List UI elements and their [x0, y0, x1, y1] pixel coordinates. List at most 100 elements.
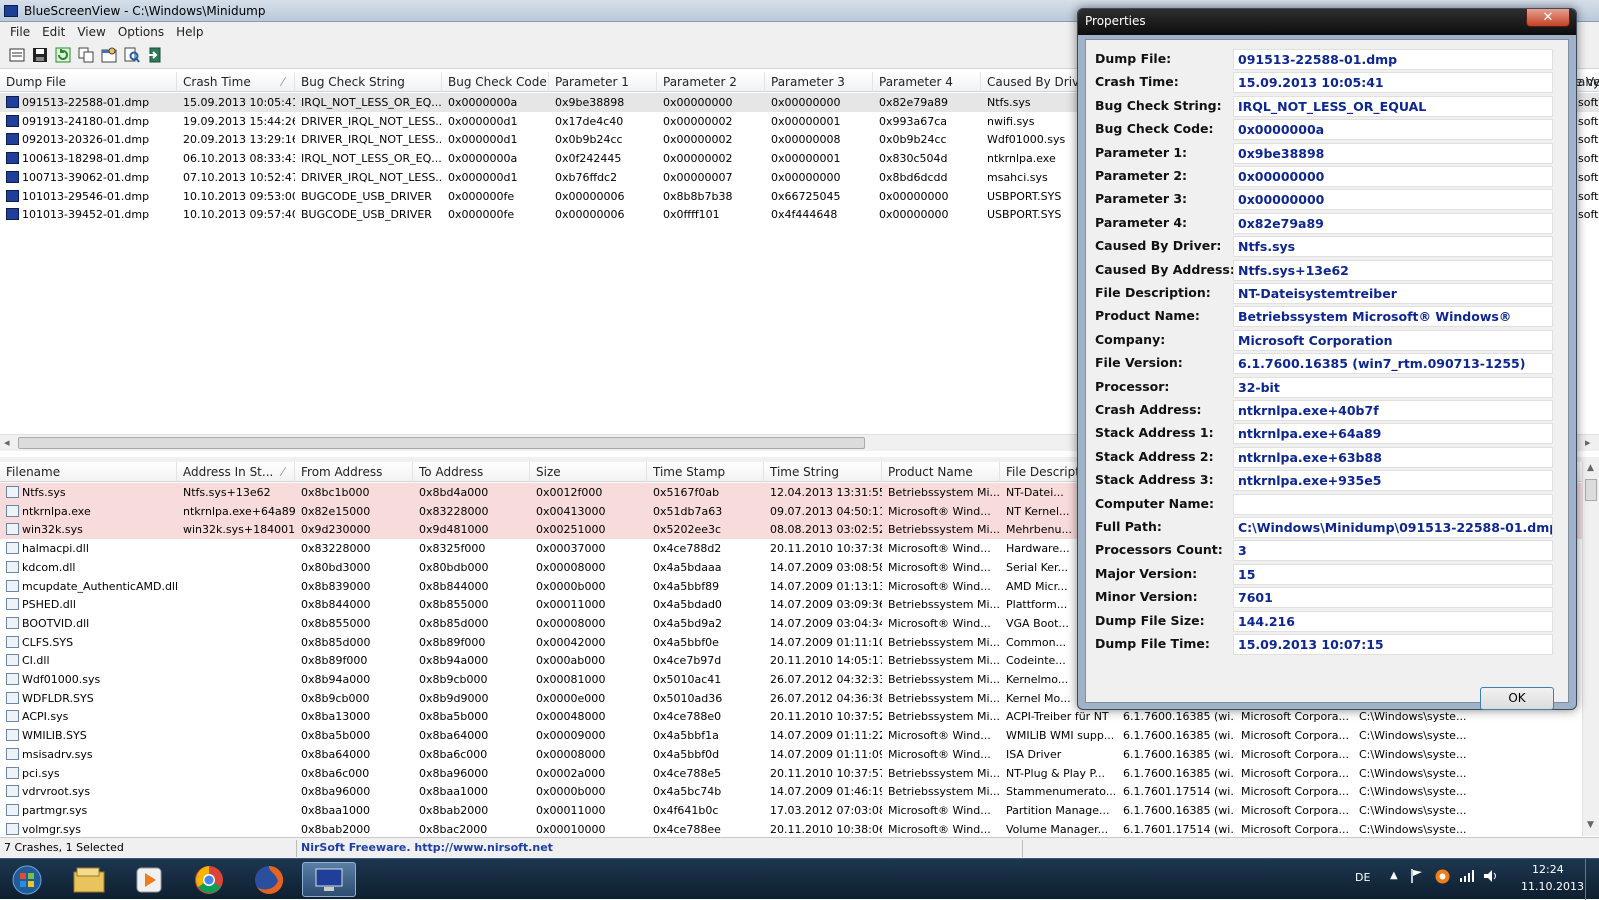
property-label: File Version: — [1095, 355, 1183, 371]
ok-button[interactable]: OK — [1480, 687, 1554, 710]
show-desktop-button[interactable] — [1585, 859, 1599, 900]
crash-list-scroll-thumb[interactable] — [18, 437, 865, 449]
column-header[interactable]: Time String — [764, 462, 882, 482]
property-value[interactable] — [1233, 493, 1553, 515]
column-header[interactable]: Crash Time ⁄ — [177, 72, 295, 92]
find-icon[interactable] — [123, 46, 141, 64]
close-icon[interactable]: ✕ — [1526, 9, 1570, 27]
property-value[interactable]: Ntfs.sys — [1233, 236, 1553, 258]
table-row[interactable]: pci.sys 0x8ba6c000 0x8ba96000 0x0002a000 0x4… — [0, 764, 1599, 783]
flag-icon[interactable] — [1410, 868, 1424, 887]
table-cell — [177, 577, 295, 596]
property-value[interactable]: 15.09.2013 10:07:15 — [1233, 634, 1553, 655]
save-list-icon[interactable] — [8, 46, 26, 64]
show-hidden-icon[interactable]: ▲ — [1390, 870, 1398, 881]
exit-icon[interactable] — [146, 46, 164, 64]
column-header[interactable]: Time Stamp — [647, 462, 764, 482]
property-value[interactable]: Ntfs.sys+13e62 — [1233, 259, 1553, 281]
column-header[interactable]: Parameter 2 — [657, 72, 765, 92]
property-value[interactable]: 091513-22588-01.dmp — [1233, 49, 1553, 70]
property-value[interactable]: ntkrnlpa.exe+64a89 — [1233, 423, 1553, 445]
column-header[interactable]: Filename — [0, 462, 177, 482]
property-value[interactable]: 15 — [1233, 563, 1553, 585]
property-value[interactable]: 0x82e79a89 — [1233, 212, 1553, 234]
property-value[interactable]: IRQL_NOT_LESS_OR_EQUAL — [1233, 95, 1553, 117]
property-value[interactable]: 0x00000000 — [1233, 166, 1553, 187]
property-value[interactable]: Microsoft Corporation — [1233, 329, 1553, 351]
property-value[interactable]: 0x00000000 — [1233, 189, 1553, 211]
column-header[interactable]: Parameter 3 — [765, 72, 873, 92]
menu-edit[interactable]: Edit — [36, 25, 71, 39]
scroll-up-arrow-icon[interactable]: ▲ — [1587, 463, 1594, 473]
volume-icon[interactable] — [1483, 869, 1499, 886]
clock-time[interactable]: 12:24 — [1532, 863, 1564, 876]
column-header[interactable]: Parameter 1 — [549, 72, 657, 92]
property-value[interactable]: 7601 — [1233, 587, 1553, 609]
scroll-down-arrow-icon[interactable]: ▼ — [1587, 820, 1594, 830]
menu-view[interactable]: View — [71, 25, 111, 39]
table-cell: ACPI-Treiber für NT — [1006, 710, 1109, 724]
column-header[interactable]: Address In St... ⁄ — [177, 462, 295, 482]
table-cell: CI.dll — [22, 654, 50, 668]
column-header[interactable]: From Address — [295, 462, 413, 482]
column-header[interactable]: Size — [530, 462, 647, 482]
table-cell: 0x83228000 — [301, 542, 371, 556]
property-value[interactable]: ntkrnlpa.exe+40b7f — [1233, 400, 1553, 421]
property-value[interactable]: ntkrnlpa.exe+935e5 — [1233, 470, 1553, 492]
menu-help[interactable]: Help — [170, 25, 209, 39]
column-header[interactable]: Parameter 4 — [873, 72, 981, 92]
property-value[interactable]: 3 — [1233, 540, 1553, 562]
property-row: Computer Name: — [1086, 493, 1570, 517]
nirsoft-link[interactable]: NirSoft Freeware. http://www.nirsoft.net — [301, 841, 553, 854]
chrome-icon[interactable] — [182, 862, 236, 897]
refresh-icon[interactable] — [54, 46, 72, 64]
language-indicator[interactable]: DE — [1355, 871, 1370, 884]
property-value[interactable]: Betriebssystem Microsoft® Windows® — [1233, 306, 1553, 328]
avast-icon[interactable] — [1435, 869, 1450, 887]
table-cell: Microsoft® Wind... — [888, 579, 991, 593]
table-cell: 0x8b89f000 — [419, 635, 486, 649]
start-button[interactable] — [0, 862, 54, 897]
table-cell: C:\Windows\syste... — [1359, 803, 1467, 817]
properties-dialog-titlebar[interactable]: Properties ✕ — [1078, 9, 1576, 35]
property-value[interactable]: 144.216 — [1233, 610, 1553, 632]
menu-options[interactable]: Options — [112, 25, 170, 39]
network-icon[interactable] — [1459, 869, 1475, 886]
bluescreenview-icon[interactable] — [302, 862, 356, 897]
explorer-icon[interactable] — [62, 862, 116, 897]
column-header[interactable]: Bug Check String — [295, 72, 442, 92]
property-value[interactable]: 0x0000000a — [1233, 119, 1553, 141]
column-header[interactable]: Product Name — [882, 462, 1000, 482]
table-row[interactable]: volmgr.sys 0x8bab2000 0x8bac2000 0x00010000… — [0, 820, 1599, 836]
media-player-icon[interactable] — [122, 862, 176, 897]
firefox-icon[interactable] — [242, 862, 296, 897]
column-header[interactable]: Bug Check Code — [442, 72, 549, 92]
property-value[interactable]: NT-Dateisystemtreiber — [1233, 283, 1553, 304]
menu-file[interactable]: File — [4, 25, 36, 39]
column-header[interactable]: Dump File — [0, 72, 177, 92]
column-header[interactable]: To Address — [413, 462, 530, 482]
table-row[interactable]: ACPI.sys 0x8ba13000 0x8ba5b000 0x00048000 0x… — [0, 707, 1599, 726]
driver-list-scroll-thumb[interactable] — [1585, 479, 1597, 501]
properties-icon[interactable] — [100, 46, 118, 64]
property-value[interactable]: ntkrnlpa.exe+63b88 — [1233, 446, 1553, 468]
property-value[interactable]: 15.09.2013 10:05:41 — [1233, 72, 1553, 94]
copy-icon[interactable] — [77, 46, 95, 64]
property-value[interactable]: C:\Windows\Minidump\091513-22588-01.dmp — [1233, 517, 1553, 538]
property-row: File Description: NT-Dateisystemtreiber — [1086, 282, 1570, 306]
property-value[interactable]: 32-bit — [1233, 376, 1553, 398]
table-row[interactable]: vdrvroot.sys 0x8ba96000 0x8baa1000 0x0000b0… — [0, 782, 1599, 801]
clock-date[interactable]: 11.10.2013 — [1521, 880, 1584, 893]
scroll-left-arrow-icon[interactable]: ◂ — [4, 436, 10, 449]
table-cell: 0x82e79a89 — [879, 96, 949, 109]
table-row[interactable]: partmgr.sys 0x8baa1000 0x8bab2000 0x0001100… — [0, 801, 1599, 820]
table-cell — [177, 801, 295, 820]
save-icon[interactable] — [31, 46, 49, 64]
scroll-right-arrow-icon[interactable]: ▸ — [1585, 436, 1591, 449]
table-cell: Microsoft® Wind... — [888, 822, 991, 836]
table-row[interactable]: WMILIB.SYS 0x8ba5b000 0x8ba64000 0x00009000… — [0, 726, 1599, 745]
driver-list-vertical-scrollbar[interactable]: ▲ ▼ — [1582, 462, 1599, 836]
property-value[interactable]: 6.1.7600.16385 (win7_rtm.090713-1255) — [1233, 353, 1553, 375]
table-row[interactable]: msisadrv.sys 0x8ba64000 0x8ba6c000 0x000080… — [0, 745, 1599, 764]
property-value[interactable]: 0x9be38898 — [1233, 142, 1553, 164]
